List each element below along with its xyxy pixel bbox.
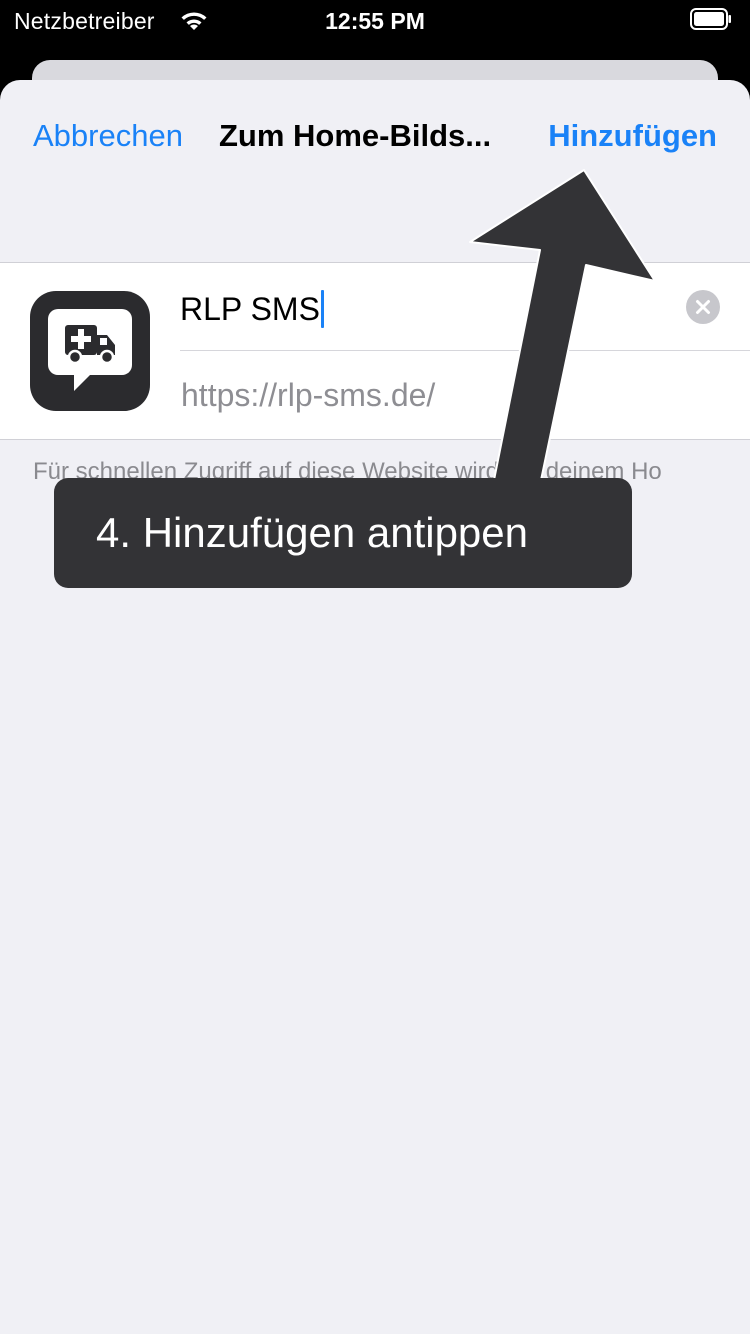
status-bar: Netzbetreiber 12:55 PM [0, 0, 750, 42]
url-label: https://rlp-sms.de/ [181, 377, 436, 413]
ambulance-chat-icon [30, 291, 150, 411]
tutorial-callout: 4. Hinzufügen antippen [54, 478, 632, 588]
cancel-button[interactable]: Abbrechen [33, 118, 183, 154]
text-cursor [320, 290, 324, 328]
bookmark-form: RLP SMS https://rlp-sms.de/ [0, 262, 750, 440]
add-to-home-screen-sheet: Abbrechen Zum Home-Bilds... Hinzufügen R… [0, 80, 750, 1334]
field-divider [180, 350, 750, 351]
battery-icon [690, 8, 731, 30]
clear-icon[interactable] [686, 290, 720, 324]
sheet-navigation-bar: Abbrechen Zum Home-Bilds... Hinzufügen [0, 80, 750, 192]
name-input-value: RLP SMS [180, 290, 320, 327]
sheet-title: Zum Home-Bilds... [219, 118, 492, 153]
status-time: 12:55 PM [325, 8, 425, 34]
name-input[interactable]: RLP SMS [180, 285, 324, 333]
add-button[interactable]: Hinzufügen [548, 118, 717, 154]
